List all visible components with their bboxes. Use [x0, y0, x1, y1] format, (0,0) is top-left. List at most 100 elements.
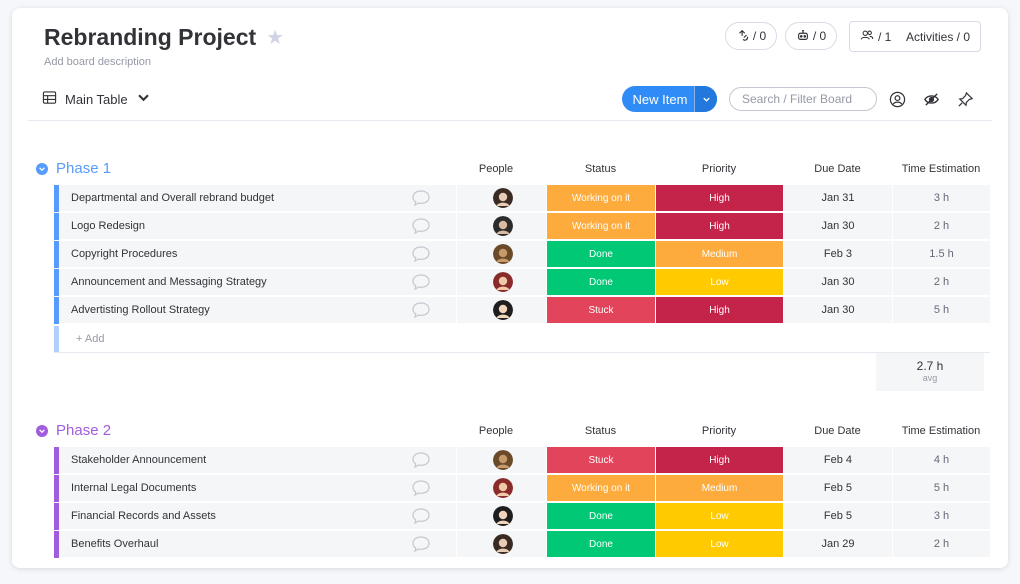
people-cell[interactable] [456, 531, 546, 558]
status-label[interactable]: Working on it [546, 185, 655, 212]
automations-button[interactable]: / 0 [785, 22, 837, 50]
integrations-button[interactable]: / 0 [725, 22, 777, 50]
table-row[interactable]: Financial Records and Assets Done Low Feb 5… [54, 503, 990, 530]
due-date[interactable]: Jan 29 [783, 531, 892, 558]
column-header-priority[interactable]: Priority [655, 425, 783, 437]
pin-icon[interactable] [957, 91, 974, 108]
status-label[interactable]: Done [546, 531, 655, 558]
chat-bubble-icon[interactable] [411, 245, 431, 263]
due-date[interactable]: Jan 30 [783, 269, 892, 296]
avatar[interactable] [493, 188, 513, 208]
people-cell[interactable] [456, 213, 546, 240]
chevron-down-icon[interactable] [136, 90, 151, 108]
star-icon[interactable]: ★ [266, 25, 284, 50]
table-row[interactable]: Internal Legal Documents Working on it Med… [54, 475, 990, 502]
priority-label[interactable]: High [655, 185, 783, 212]
item-name[interactable]: Financial Records and Assets [59, 503, 456, 530]
item-name[interactable]: Stakeholder Announcement [59, 447, 456, 474]
time-estimation[interactable]: 5 h [892, 297, 990, 324]
chat-bubble-icon[interactable] [411, 273, 431, 291]
people-cell[interactable] [456, 297, 546, 324]
table-row[interactable]: Copyright Procedures Done Medium Feb 3 1.5 h [54, 241, 990, 268]
time-estimation[interactable]: 3 h [892, 185, 990, 212]
people-cell[interactable] [456, 447, 546, 474]
chat-bubble-icon[interactable] [411, 507, 431, 525]
status-label[interactable]: Working on it [546, 475, 655, 502]
priority-label[interactable]: Low [655, 531, 783, 558]
column-header-priority[interactable]: Priority [655, 163, 783, 175]
person-filter-icon[interactable] [889, 91, 906, 108]
avatar[interactable] [493, 478, 513, 498]
main-table-view-tab[interactable]: Main Table [42, 90, 151, 108]
priority-label[interactable]: High [655, 447, 783, 474]
add-item-label[interactable]: + Add [76, 326, 104, 352]
activities-label[interactable]: Activities / 0 [906, 30, 970, 44]
column-header-time-estimation[interactable]: Time Estimation [892, 163, 990, 175]
column-header-status[interactable]: Status [546, 425, 655, 437]
item-name[interactable]: Logo Redesign [59, 213, 456, 240]
table-row[interactable]: Logo Redesign Working on it High Jan 30 2 h [54, 213, 990, 240]
people-cell[interactable] [456, 241, 546, 268]
people-cell[interactable] [456, 503, 546, 530]
time-estimation[interactable]: 2 h [892, 269, 990, 296]
status-label[interactable]: Stuck [546, 447, 655, 474]
time-estimation[interactable]: 2 h [892, 213, 990, 240]
people-cell[interactable] [456, 269, 546, 296]
status-label[interactable]: Stuck [546, 297, 655, 324]
people-cell[interactable] [456, 475, 546, 502]
item-name[interactable]: Copyright Procedures [59, 241, 456, 268]
avatar[interactable] [493, 534, 513, 554]
avatar[interactable] [493, 244, 513, 264]
status-label[interactable]: Done [546, 503, 655, 530]
status-label[interactable]: Done [546, 269, 655, 296]
due-date[interactable]: Feb 4 [783, 447, 892, 474]
chevron-down-icon[interactable] [36, 424, 48, 437]
due-date[interactable]: Jan 30 [783, 297, 892, 324]
people-cell[interactable] [456, 185, 546, 212]
group-title-phase-1[interactable]: Phase 1 [36, 160, 111, 177]
priority-label[interactable]: Medium [655, 475, 783, 502]
priority-label[interactable]: High [655, 213, 783, 240]
avatar[interactable] [493, 300, 513, 320]
members-activities-box[interactable]: / 1 Activities / 0 [849, 21, 981, 52]
due-date[interactable]: Feb 3 [783, 241, 892, 268]
due-date[interactable]: Feb 5 [783, 475, 892, 502]
time-estimation[interactable]: 2 h [892, 531, 990, 558]
table-row[interactable]: Stakeholder Announcement Stuck High Feb 44 … [54, 447, 990, 474]
board-title[interactable]: Rebranding Project [44, 24, 256, 51]
table-row[interactable]: Advertisting Rollout Strategy Stuck High Ja… [54, 297, 990, 324]
table-row[interactable]: Announcement and Messaging Strategy Done L… [54, 269, 990, 296]
board-description[interactable]: Add board description [44, 56, 151, 68]
column-header-due-date[interactable]: Due Date [783, 425, 892, 437]
priority-label[interactable]: Low [655, 269, 783, 296]
item-name[interactable]: Internal Legal Documents [59, 475, 456, 502]
group-name[interactable]: Phase 2 [56, 422, 111, 439]
priority-label[interactable]: Medium [655, 241, 783, 268]
priority-label[interactable]: High [655, 297, 783, 324]
due-date[interactable]: Jan 31 [783, 185, 892, 212]
chat-bubble-icon[interactable] [411, 301, 431, 319]
item-name[interactable]: Advertisting Rollout Strategy [59, 297, 456, 324]
chat-bubble-icon[interactable] [411, 217, 431, 235]
new-item-button[interactable]: New Item [622, 86, 717, 112]
chat-bubble-icon[interactable] [411, 535, 431, 553]
group-name[interactable]: Phase 1 [56, 160, 111, 177]
time-estimation[interactable]: 4 h [892, 447, 990, 474]
search-input[interactable] [729, 87, 877, 111]
avatar[interactable] [493, 506, 513, 526]
avatar[interactable] [493, 450, 513, 470]
item-name[interactable]: Benefits Overhaul [59, 531, 456, 558]
item-name[interactable]: Announcement and Messaging Strategy [59, 269, 456, 296]
avatar[interactable] [493, 272, 513, 292]
time-estimation[interactable]: 1.5 h [892, 241, 990, 268]
priority-label[interactable]: Low [655, 503, 783, 530]
table-row[interactable]: Departmental and Overall rebrand budget W… [54, 185, 990, 212]
due-date[interactable]: Feb 5 [783, 503, 892, 530]
chat-bubble-icon[interactable] [411, 479, 431, 497]
status-label[interactable]: Done [546, 241, 655, 268]
new-item-dropdown-icon[interactable] [694, 86, 717, 112]
chat-bubble-icon[interactable] [411, 189, 431, 207]
status-label[interactable]: Working on it [546, 213, 655, 240]
chat-bubble-icon[interactable] [411, 451, 431, 469]
avatar[interactable] [493, 216, 513, 236]
